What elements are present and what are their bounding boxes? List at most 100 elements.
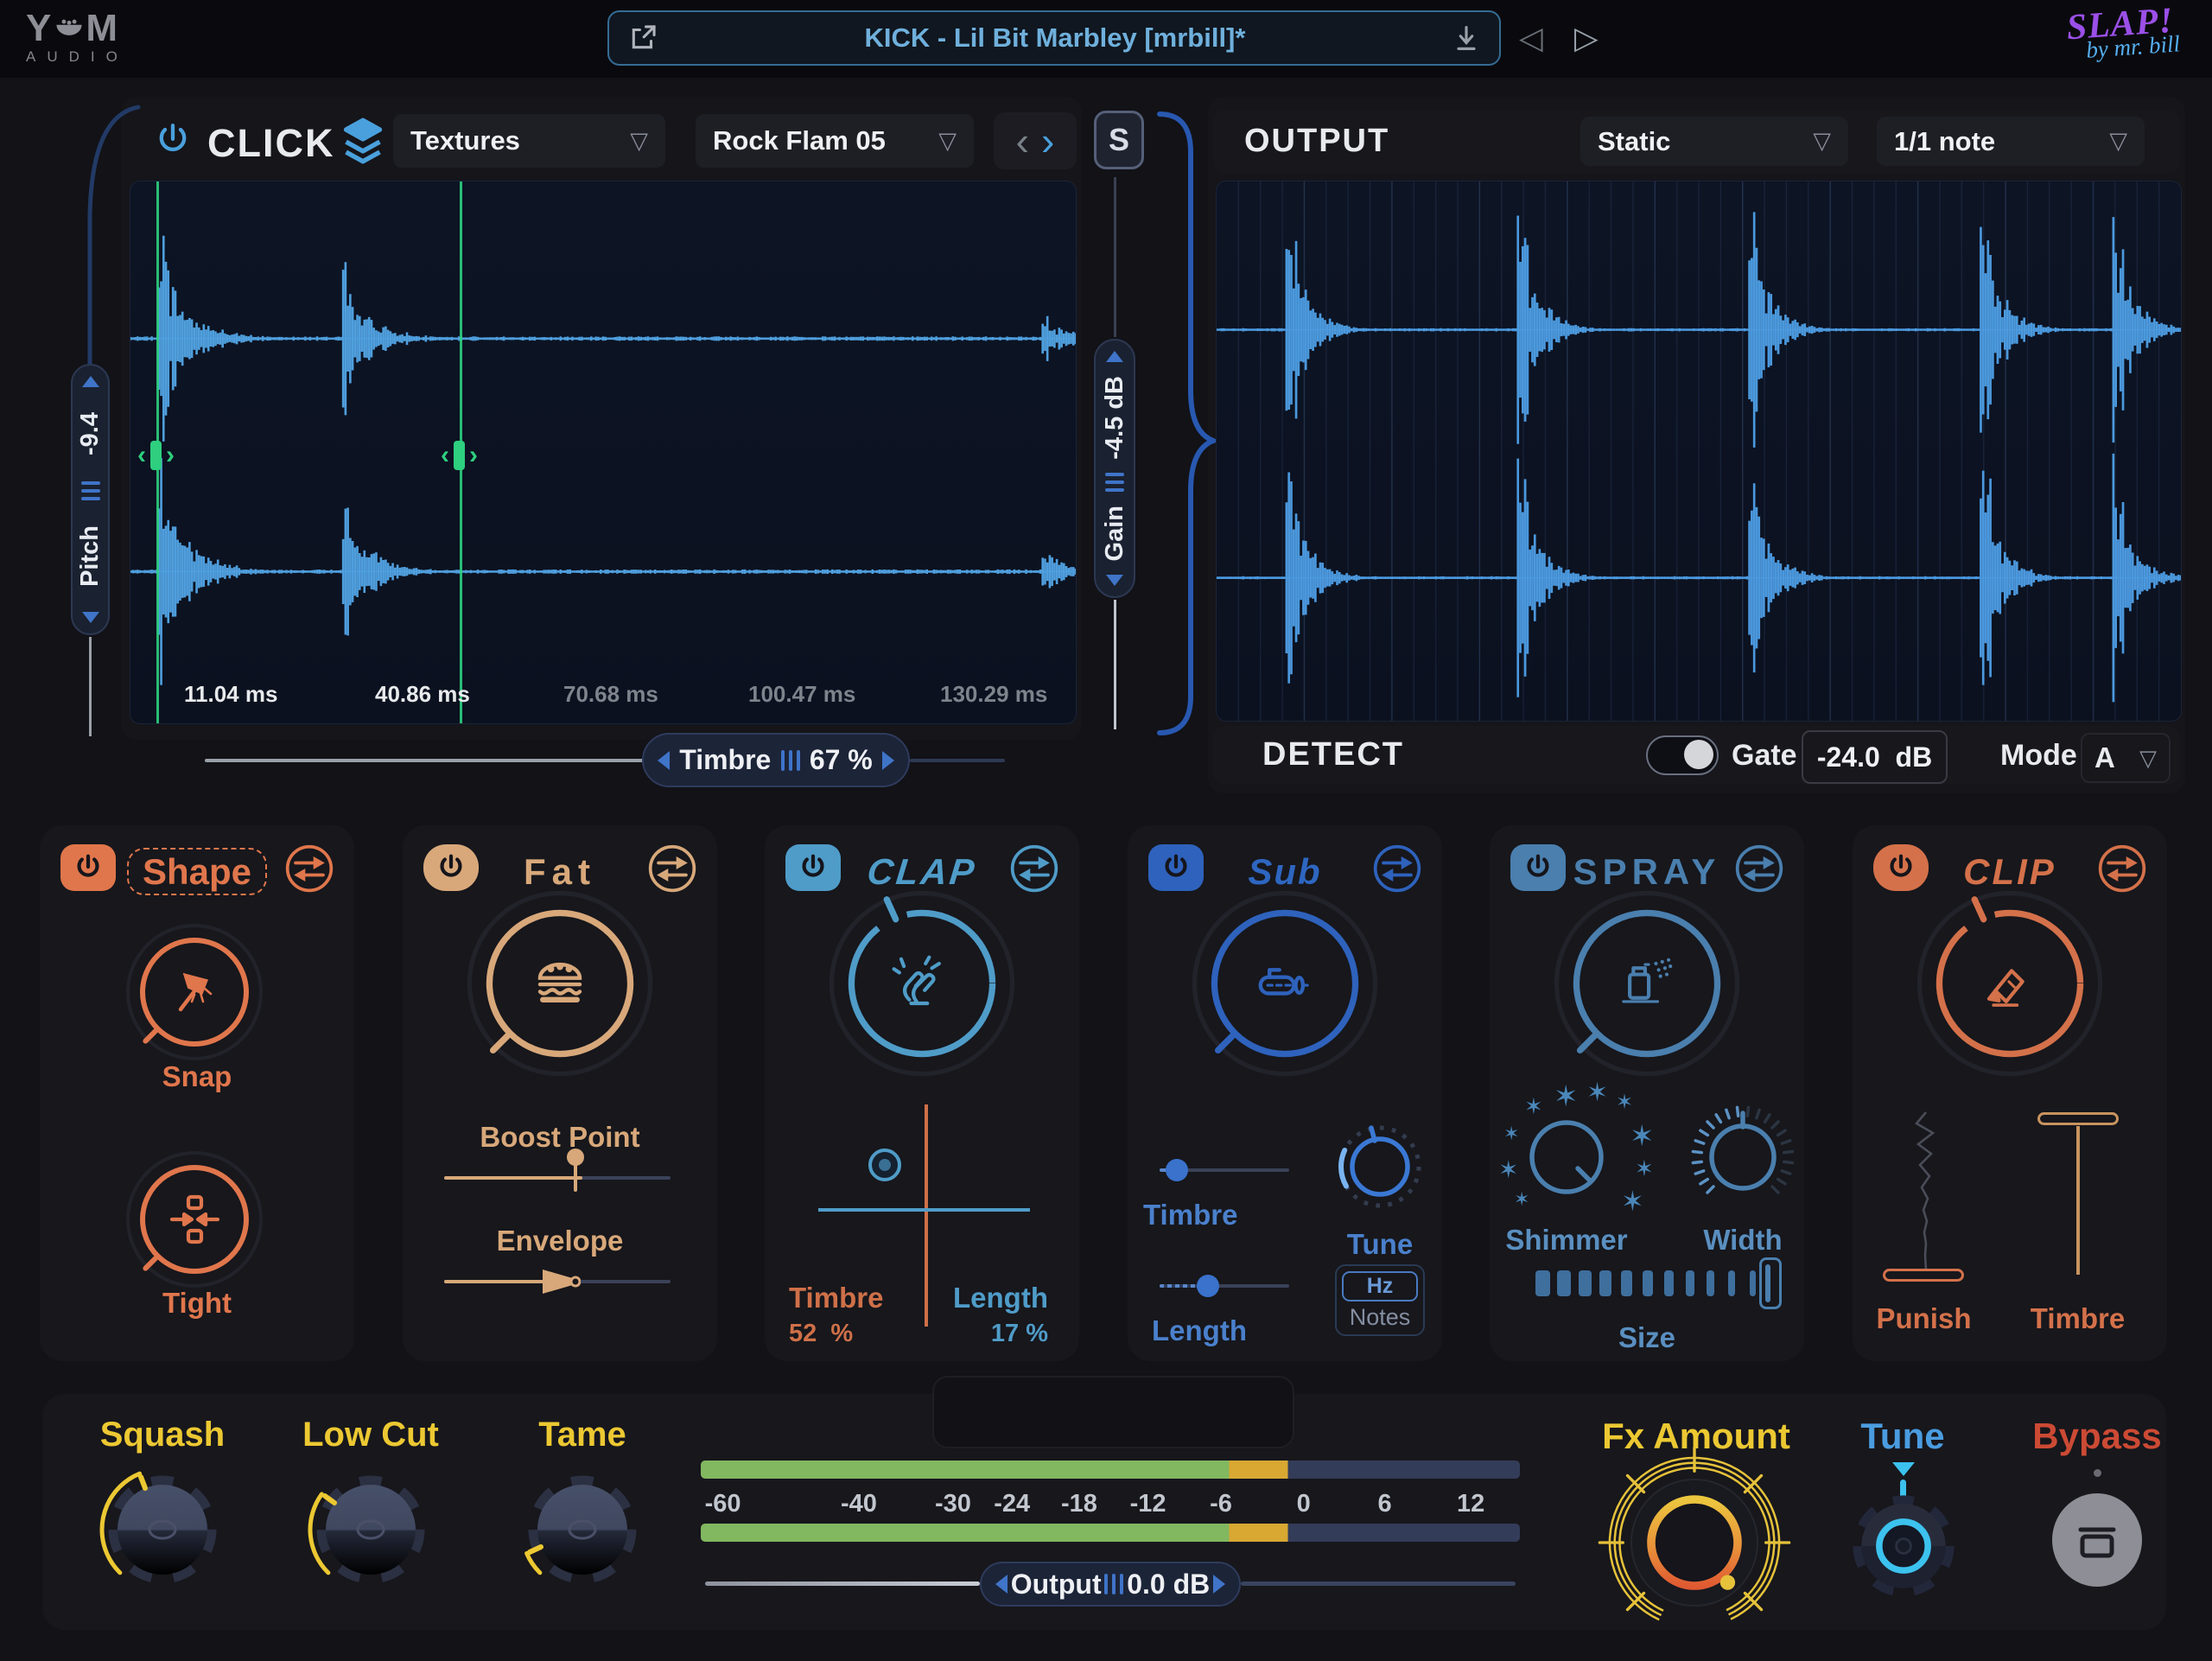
output-left-arrow-icon[interactable]	[995, 1575, 1007, 1594]
fx-amount-knob[interactable]	[1586, 1435, 1802, 1651]
sub-timbre-label: Timbre	[1143, 1199, 1237, 1231]
clap-amount-knob[interactable]	[823, 884, 1021, 1083]
hz-option[interactable]: Hz	[1342, 1271, 1418, 1301]
output-track-left[interactable]	[705, 1581, 980, 1586]
layers-icon[interactable]	[342, 118, 384, 164]
sparkle-icon: ✶	[1524, 1093, 1543, 1120]
punish-slider[interactable]	[1887, 1111, 1965, 1279]
size-handle[interactable]	[1759, 1257, 1782, 1309]
tame-knob[interactable]	[513, 1461, 652, 1599]
meter-tick-label: -40	[841, 1490, 877, 1518]
notes-option[interactable]: Notes	[1342, 1304, 1418, 1331]
size-slider[interactable]	[1490, 1269, 1804, 1298]
submarine-icon	[1261, 970, 1307, 993]
preset-bar[interactable]: KICK - Lil Bit Marbley [mrbill]*	[607, 10, 1501, 66]
meter-tick-label: -60	[705, 1490, 741, 1518]
gate-toggle[interactable]	[1646, 735, 1719, 775]
power-icon-click[interactable]	[152, 119, 194, 161]
sub-timbre-handle[interactable]	[1166, 1159, 1188, 1181]
pitch-up-arrow-icon[interactable]	[82, 376, 99, 387]
output-style-dropdown[interactable]: Static▽	[1580, 117, 1848, 166]
meter-bar-bottom	[701, 1524, 1520, 1542]
meter-tick-label: -30	[935, 1490, 971, 1518]
tight-knob[interactable]	[121, 1146, 268, 1293]
sample-nav: ‹ ›	[994, 112, 1077, 169]
click-timbre-slider[interactable]: Timbre 67 %	[642, 733, 910, 787]
boost-point-label: Boost Point	[403, 1121, 717, 1154]
mode-dropdown[interactable]: A ▽	[2081, 733, 2171, 783]
output-grip[interactable]	[1104, 1574, 1123, 1594]
sparkle-icon: ✶	[1514, 1188, 1529, 1211]
download-icon[interactable]	[1451, 22, 1482, 54]
output-rate-dropdown[interactable]: 1/1 note▽	[1877, 117, 2145, 166]
gate-threshold-field[interactable]: -24.0 dB	[1802, 730, 1948, 784]
click-solo-button[interactable]: S	[1094, 111, 1144, 169]
preset-name[interactable]: KICK - Lil Bit Marbley [mrbill]*	[659, 22, 1451, 54]
timbre-track-right[interactable]	[910, 759, 1005, 762]
fat-amount-knob[interactable]	[461, 884, 659, 1083]
sparkle-icon: ✶	[1616, 1090, 1633, 1115]
click-waveform-display[interactable]: ‹› ‹› 11.04 ms 40.86 ms 70.68 ms 100.47 …	[130, 181, 1077, 724]
timbre-right-arrow-icon[interactable]	[882, 751, 894, 770]
snap-knob[interactable]	[121, 919, 268, 1066]
module-clap: CLAP Timbre 52 % Length 17 %	[765, 825, 1079, 1361]
bottom-tab-handle[interactable]	[932, 1376, 1294, 1448]
preset-prev-button[interactable]: ◁	[1519, 16, 1543, 60]
shimmer-knob[interactable]	[1515, 1105, 1618, 1209]
envelope-handle[interactable]	[541, 1268, 581, 1295]
gain-slider[interactable]: -4.5 dB Gain	[1094, 339, 1135, 598]
gain-slider-track-top[interactable]	[1114, 177, 1116, 337]
sample-dropdown[interactable]: Rock Flam 05▽	[696, 114, 974, 168]
box-cutter-icon	[1989, 971, 2023, 1005]
spray-amount-knob[interactable]	[1548, 884, 1746, 1083]
clap-y-label: Length	[953, 1282, 1048, 1314]
clip-timbre-line[interactable]	[2076, 1126, 2080, 1275]
squash-knob[interactable]	[93, 1461, 232, 1599]
output-track-right[interactable]	[1241, 1581, 1516, 1586]
gain-up-arrow-icon[interactable]	[1106, 351, 1123, 362]
sample-prev-button[interactable]: ‹	[1016, 124, 1029, 158]
output-gain-slider[interactable]: Output 0.0 dB	[980, 1562, 1241, 1607]
master-tune-knob[interactable]	[1839, 1481, 1968, 1611]
timbre-track-left[interactable]	[205, 759, 645, 762]
sub-amount-knob[interactable]	[1185, 884, 1384, 1083]
preset-next-button[interactable]: ▷	[1574, 16, 1599, 60]
pitch-label: Pitch	[76, 525, 105, 587]
hz-notes-toggle[interactable]: Hz Notes	[1335, 1264, 1425, 1336]
sparkle-icon: ✶	[1621, 1185, 1644, 1218]
pitch-slider[interactable]: -9.4 Pitch	[71, 364, 110, 635]
gain-down-arrow-icon[interactable]	[1106, 575, 1123, 586]
timbre-grip[interactable]	[781, 750, 800, 771]
end-marker-handle[interactable]: ‹›	[441, 441, 478, 470]
start-marker-handle[interactable]: ‹›	[137, 441, 175, 470]
burger-icon	[540, 964, 580, 1000]
spray-can-icon	[1624, 958, 1672, 1002]
bypass-button[interactable]	[2052, 1493, 2142, 1587]
gain-grip[interactable]	[1105, 473, 1124, 492]
pitch-grip[interactable]	[81, 481, 100, 500]
module-sub: Sub Timbre Length Tune	[1128, 825, 1442, 1361]
pitch-value: -9.4	[76, 412, 105, 455]
meter-scale: -60-40-30-24-18-12-60612	[701, 1490, 1520, 1519]
sub-length-handle[interactable]	[1197, 1275, 1219, 1297]
pitch-slider-track[interactable]	[89, 637, 92, 736]
gain-slider-track-bottom[interactable]	[1114, 600, 1116, 729]
width-knob[interactable]	[1687, 1101, 1799, 1213]
texture-category-dropdown[interactable]: Textures▽	[393, 114, 665, 168]
output-right-arrow-icon[interactable]	[1213, 1575, 1225, 1594]
detect-title: DETECT	[1262, 736, 1404, 773]
logo-subtitle: AUDIO	[26, 48, 129, 66]
pitch-down-arrow-icon[interactable]	[82, 612, 99, 623]
share-icon[interactable]	[626, 22, 659, 54]
timbre-left-arrow-icon[interactable]	[658, 751, 670, 770]
clip-timbre-handle[interactable]	[2037, 1112, 2119, 1125]
sub-tune-knob[interactable]	[1332, 1119, 1427, 1214]
lowcut-knob[interactable]	[302, 1461, 440, 1599]
xy-cursor[interactable]	[868, 1149, 901, 1181]
sample-next-button[interactable]: ›	[1041, 124, 1054, 158]
punish-handle[interactable]	[1883, 1269, 1964, 1282]
mode-label: Mode	[2000, 739, 2077, 773]
clip-amount-knob[interactable]	[1910, 884, 2109, 1083]
output-waveform-display	[1216, 181, 2182, 722]
swap-icon-shape[interactable]	[283, 843, 335, 894]
